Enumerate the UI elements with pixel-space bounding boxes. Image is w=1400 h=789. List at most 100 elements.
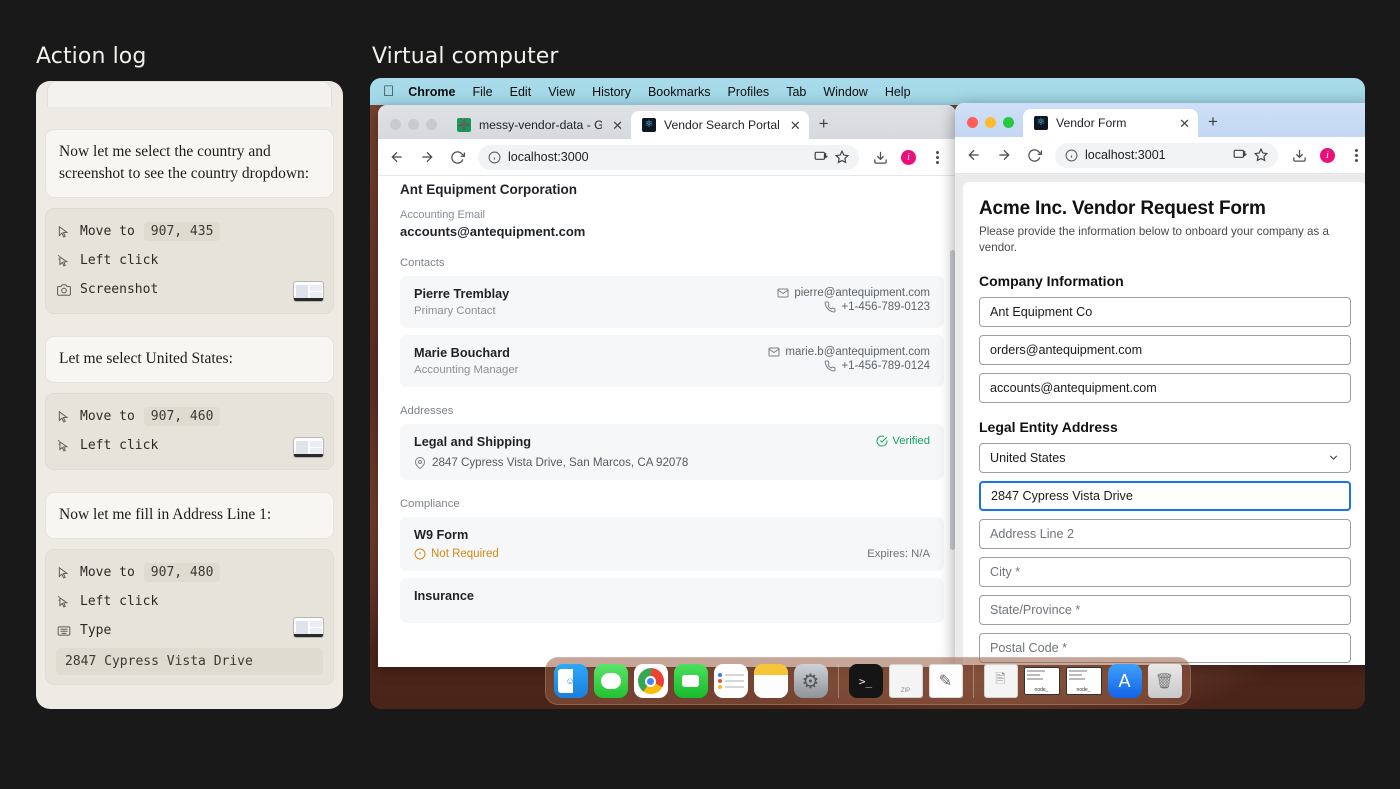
menu-item-bookmarks[interactable]: Bookmarks xyxy=(648,85,711,99)
trash-icon[interactable]: 🗑 xyxy=(1147,664,1182,698)
macos-dock[interactable]: ☺ ⚙ >_ ZIP ✎ 🖹 node_ node_ A 🗑 xyxy=(544,657,1191,705)
close-tab-icon[interactable]: ✕ xyxy=(610,119,623,132)
close-window-button[interactable] xyxy=(390,119,401,130)
tab-vendor-search-portal[interactable]: ⚛ Vendor Search Portal ✕ xyxy=(631,111,809,139)
apple-logo-icon[interactable]:  xyxy=(383,84,394,99)
node-window-icon-2[interactable]: node_ xyxy=(1065,667,1102,695)
chrome-menu-icon[interactable] xyxy=(928,148,946,166)
contact-card[interactable]: Pierre Tremblay Primary Contact pierre@a… xyxy=(400,276,944,328)
address-bar[interactable]: localhost:3001 xyxy=(1055,142,1278,168)
vendor-portal-page[interactable]: Ant Equipment Corporation Accounting Ema… xyxy=(378,176,956,667)
tab-vendor-form[interactable]: ⚛ Vendor Form ✕ xyxy=(1023,109,1198,137)
cursor-icon xyxy=(56,565,71,580)
chrome-icon[interactable] xyxy=(633,664,668,698)
chrome-window-vendor-form[interactable]: ⚛ Vendor Form ✕ + localhost:3001 i Acme … xyxy=(955,103,1365,665)
bookmark-star-icon[interactable] xyxy=(835,150,849,164)
log-action-row: Type xyxy=(56,616,323,645)
menu-item-edit[interactable]: Edit xyxy=(510,85,532,99)
profile-avatar[interactable]: i xyxy=(1320,147,1335,163)
reload-icon[interactable] xyxy=(1025,146,1043,164)
address-bar[interactable]: localhost:3000 xyxy=(478,144,859,170)
menu-item-history[interactable]: History xyxy=(592,85,631,99)
facetime-icon[interactable] xyxy=(673,664,708,698)
menu-item-tab[interactable]: Tab xyxy=(786,85,806,99)
log-screenshot-thumbnail[interactable] xyxy=(293,437,324,458)
log-screenshot-thumbnail[interactable] xyxy=(293,281,324,302)
menu-item-view[interactable]: View xyxy=(548,85,575,99)
log-message-card: Now let me fill in Address Line 1: xyxy=(45,492,334,539)
orders-email-input[interactable]: orders@antequipment.com xyxy=(979,334,1351,365)
back-arrow-icon[interactable] xyxy=(965,146,983,164)
close-tab-icon[interactable]: ✕ xyxy=(1177,117,1190,130)
menu-item-file[interactable]: File xyxy=(472,85,492,99)
maximize-window-button[interactable] xyxy=(1003,117,1014,128)
chrome-window-vendor-portal[interactable]: ➕ messy-vendor-data - Google ✕ ⚛ Vendor … xyxy=(378,105,956,667)
menu-item-chrome[interactable]: Chrome xyxy=(408,85,455,99)
company-name-input[interactable]: Ant Equipment Co xyxy=(979,296,1351,327)
vendor-form-page[interactable]: Acme Inc. Vendor Request Form Please pro… xyxy=(955,174,1365,665)
insurance-card[interactable]: Insurance xyxy=(400,578,944,623)
reload-icon[interactable] xyxy=(448,148,466,166)
forward-arrow-icon[interactable] xyxy=(995,146,1013,164)
notes-icon[interactable] xyxy=(753,664,788,698)
app-store-icon[interactable]: A xyxy=(1107,664,1142,698)
state-province-input[interactable]: State/Province * xyxy=(979,594,1351,625)
forward-arrow-icon[interactable] xyxy=(418,148,436,166)
browser-toolbar[interactable]: localhost:3000 i xyxy=(378,139,956,176)
document-icon[interactable]: 🖹 xyxy=(983,664,1018,698)
install-app-icon[interactable] xyxy=(1233,148,1247,162)
address-line-2-input[interactable]: Address Line 2 xyxy=(979,518,1351,549)
chrome-menu-icon[interactable] xyxy=(1347,146,1365,164)
finder-icon[interactable]: ☺ xyxy=(553,664,588,698)
virtual-computer-screen[interactable]:  Chrome File Edit View History Bookmark… xyxy=(370,78,1365,709)
menu-item-help[interactable]: Help xyxy=(885,85,911,99)
site-info-icon[interactable] xyxy=(1065,149,1078,162)
profile-avatar[interactable]: i xyxy=(901,149,916,165)
minimize-window-button[interactable] xyxy=(985,117,996,128)
messages-icon[interactable] xyxy=(593,664,628,698)
site-info-icon[interactable] xyxy=(488,151,501,164)
close-window-button[interactable] xyxy=(967,117,978,128)
new-tab-button[interactable]: + xyxy=(1198,112,1228,137)
downloads-icon[interactable] xyxy=(871,148,889,166)
contact-card[interactable]: Marie Bouchard Accounting Manager marie.… xyxy=(400,335,944,387)
city-input[interactable]: City * xyxy=(979,556,1351,587)
country-select[interactable]: United States xyxy=(979,442,1351,473)
maximize-window-button[interactable] xyxy=(426,119,437,130)
log-action-card[interactable]: Move to 907, 460 Left click xyxy=(45,393,334,470)
terminal-icon[interactable]: >_ xyxy=(848,664,883,698)
macos-menu-bar[interactable]:  Chrome File Edit View History Bookmark… xyxy=(370,78,1365,105)
bookmark-star-icon[interactable] xyxy=(1254,148,1268,162)
log-screenshot-thumbnail[interactable] xyxy=(293,617,324,638)
settings-icon[interactable]: ⚙ xyxy=(793,664,828,698)
address-line-1-input[interactable]: 2847 Cypress Vista Drive xyxy=(979,480,1351,511)
compliance-card[interactable]: W9 Form Not Required Expires: N/A xyxy=(400,517,944,571)
address-card[interactable]: Legal and Shipping 2847 Cypress Vista Dr… xyxy=(400,424,944,480)
back-arrow-icon[interactable] xyxy=(388,148,406,166)
minimize-window-button[interactable] xyxy=(408,119,419,130)
menu-item-profiles[interactable]: Profiles xyxy=(728,85,770,99)
log-action-card[interactable]: Move to 907, 480 Left click Type 2847 Cypres… xyxy=(45,549,334,685)
window-traffic-lights[interactable] xyxy=(965,117,1023,137)
tab-label: Vendor Search Portal xyxy=(664,118,780,132)
accounting-email-input[interactable]: accounts@antequipment.com xyxy=(979,372,1351,403)
dock-separator xyxy=(837,664,839,698)
downloads-icon[interactable] xyxy=(1290,146,1308,164)
window-traffic-lights[interactable] xyxy=(388,119,446,139)
menu-item-window[interactable]: Window xyxy=(823,85,867,99)
install-app-icon[interactable] xyxy=(814,150,828,164)
close-tab-icon[interactable]: ✕ xyxy=(788,119,801,132)
reminders-icon[interactable] xyxy=(713,664,748,698)
log-action-card[interactable]: Move to 907, 435 Left click Screenshot xyxy=(45,208,334,314)
log-action-label: Left click xyxy=(80,594,159,609)
tab-messy-vendor-data[interactable]: ➕ messy-vendor-data - Google ✕ xyxy=(446,111,631,139)
textedit-icon[interactable]: ✎ xyxy=(928,664,963,698)
browser-toolbar[interactable]: localhost:3001 i xyxy=(955,137,1365,174)
log-action-row: Left click xyxy=(56,246,323,275)
new-tab-button[interactable]: + xyxy=(809,114,839,139)
envelope-icon xyxy=(777,287,789,299)
zip-file-icon[interactable]: ZIP xyxy=(888,664,923,698)
node-window-icon[interactable]: node_ xyxy=(1023,667,1060,695)
action-log-panel[interactable]: Now let me select the country and screen… xyxy=(36,81,343,709)
section-company-information: Company Information xyxy=(979,272,1124,289)
